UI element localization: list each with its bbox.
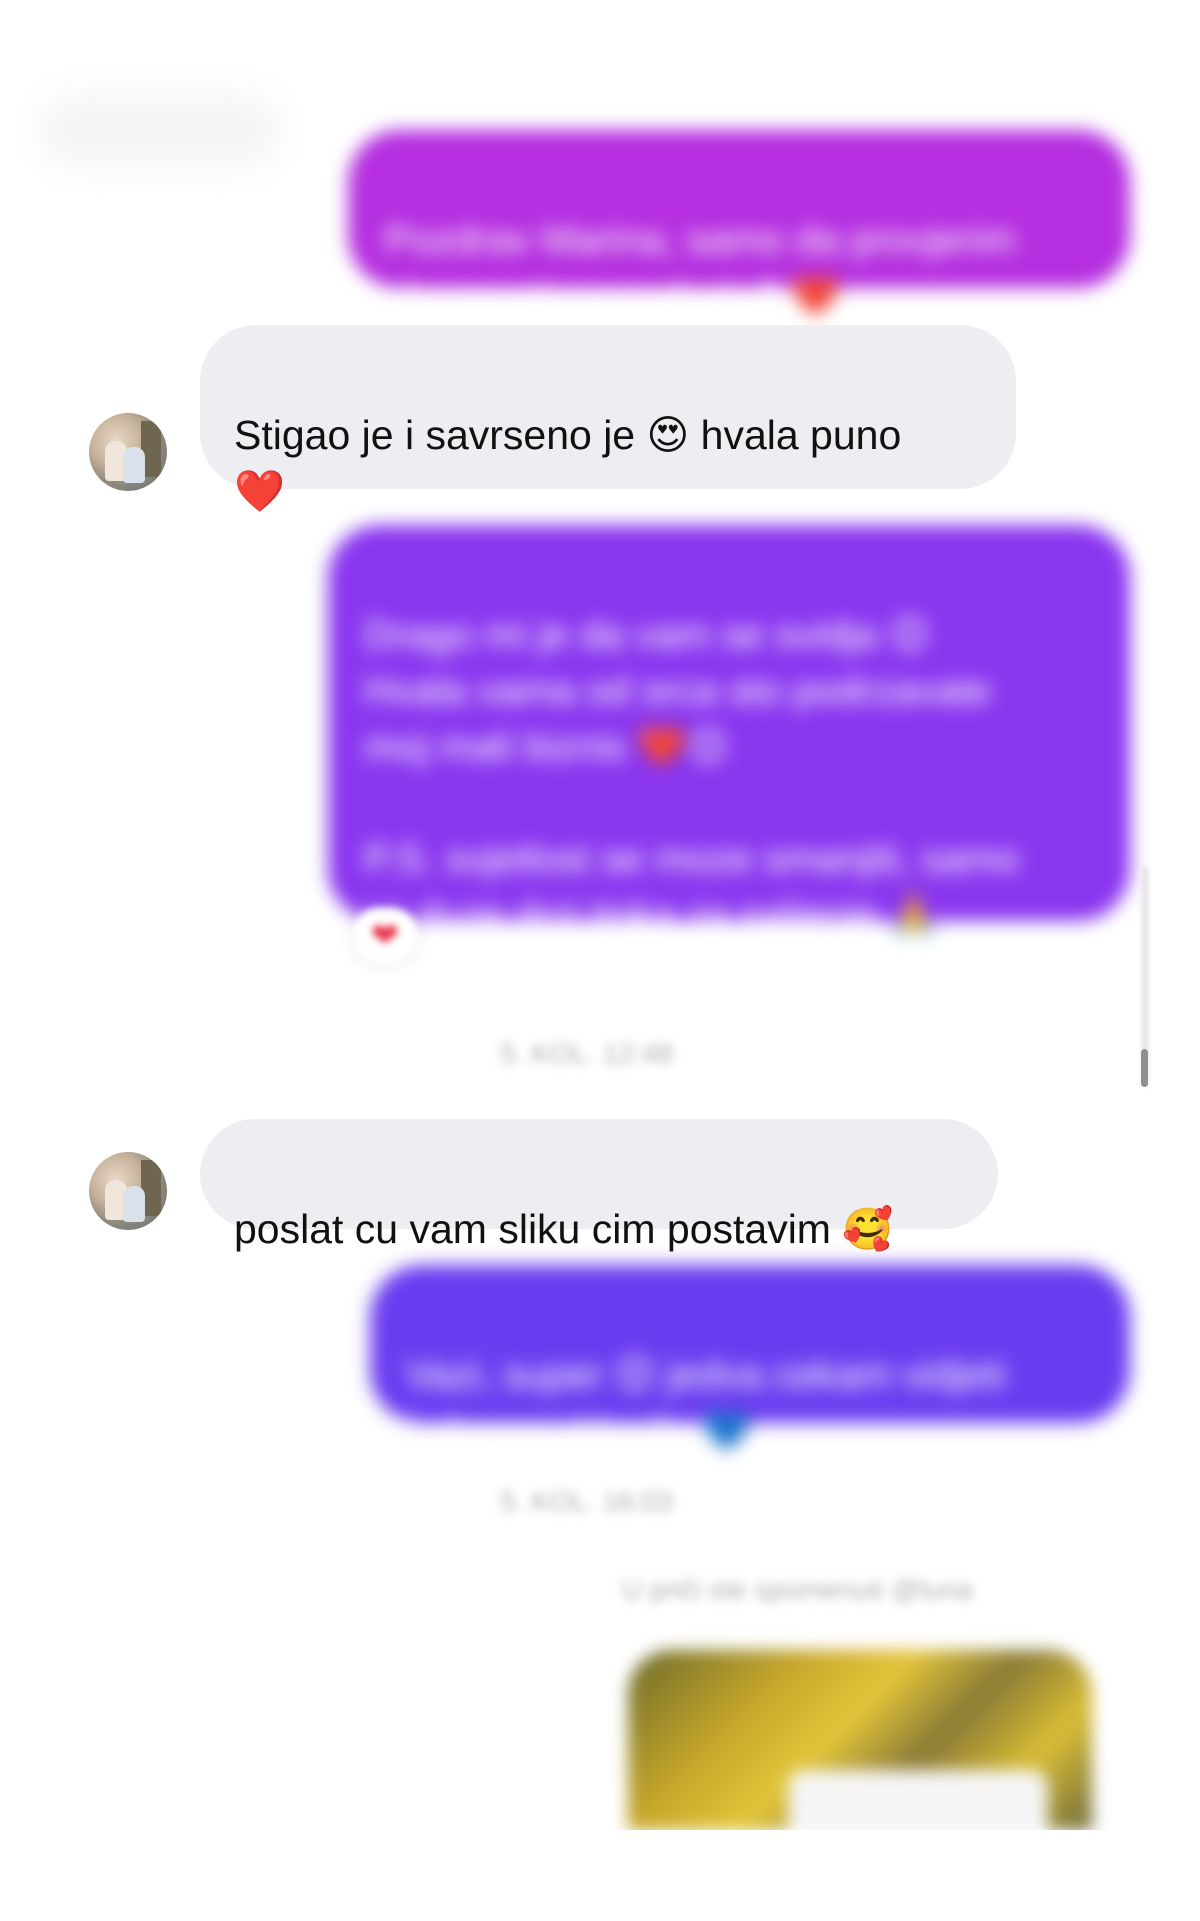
chat-thread: Pozdrav Marina, samo da provjerim al vam… xyxy=(0,0,1200,1921)
previous-message-fade xyxy=(40,95,280,165)
bottom-area xyxy=(0,1830,1200,1921)
timestamp-text: 5. KOL. 16:03 xyxy=(500,1486,673,1517)
outgoing-message-bubble[interactable]: Vazi, super 😊 jedva cekam vidjeti kako s… xyxy=(370,1265,1130,1453)
outgoing-message-text: Pozdrav Marina, samo da provjerim al vam… xyxy=(384,218,1016,318)
story-mention-note: U priči ste spomenuti @luna xyxy=(622,1574,973,1606)
heart-reaction-badge[interactable]: ❤ xyxy=(352,908,418,964)
incoming-message-text: poslat cu vam sliku cim postavim 🥰 xyxy=(234,1206,894,1252)
contact-avatar[interactable] xyxy=(89,1152,167,1230)
outgoing-message-bubble[interactable]: Drago mi je da vam se svidja 😊 Hvala vam… xyxy=(328,525,1130,937)
timestamp-text: 5. KOL. 12:48 xyxy=(500,1038,673,1069)
outgoing-message-bubble[interactable]: Pozdrav Marina, samo da provjerim al vam… xyxy=(348,130,1130,318)
outgoing-message-text: Vazi, super 😊 jedva cekam vidjeti kako s… xyxy=(406,1353,1005,1453)
story-overlay-card xyxy=(788,1770,1048,1830)
incoming-message-text: Stigao je i savrseno je 😍 hvala puno ❤️ xyxy=(234,412,902,514)
timestamp: 5. KOL. 16:03 xyxy=(500,1486,673,1518)
outgoing-message-text: Drago mi je da vam se svidja 😊 Hvala vam… xyxy=(364,613,1020,937)
contact-avatar[interactable] xyxy=(89,413,167,491)
heart-icon: ❤ xyxy=(370,917,400,955)
scroll-thumb[interactable] xyxy=(1141,1049,1148,1087)
story-thumbnail[interactable] xyxy=(628,1650,1092,1830)
story-mention-text: U priči ste spomenuti @luna xyxy=(622,1574,973,1605)
incoming-message-bubble[interactable]: Stigao je i savrseno je 😍 hvala puno ❤️ xyxy=(200,325,1016,514)
incoming-message-bubble[interactable]: poslat cu vam sliku cim postavim 🥰 xyxy=(200,1119,998,1252)
timestamp: 5. KOL. 12:48 xyxy=(500,1038,673,1070)
